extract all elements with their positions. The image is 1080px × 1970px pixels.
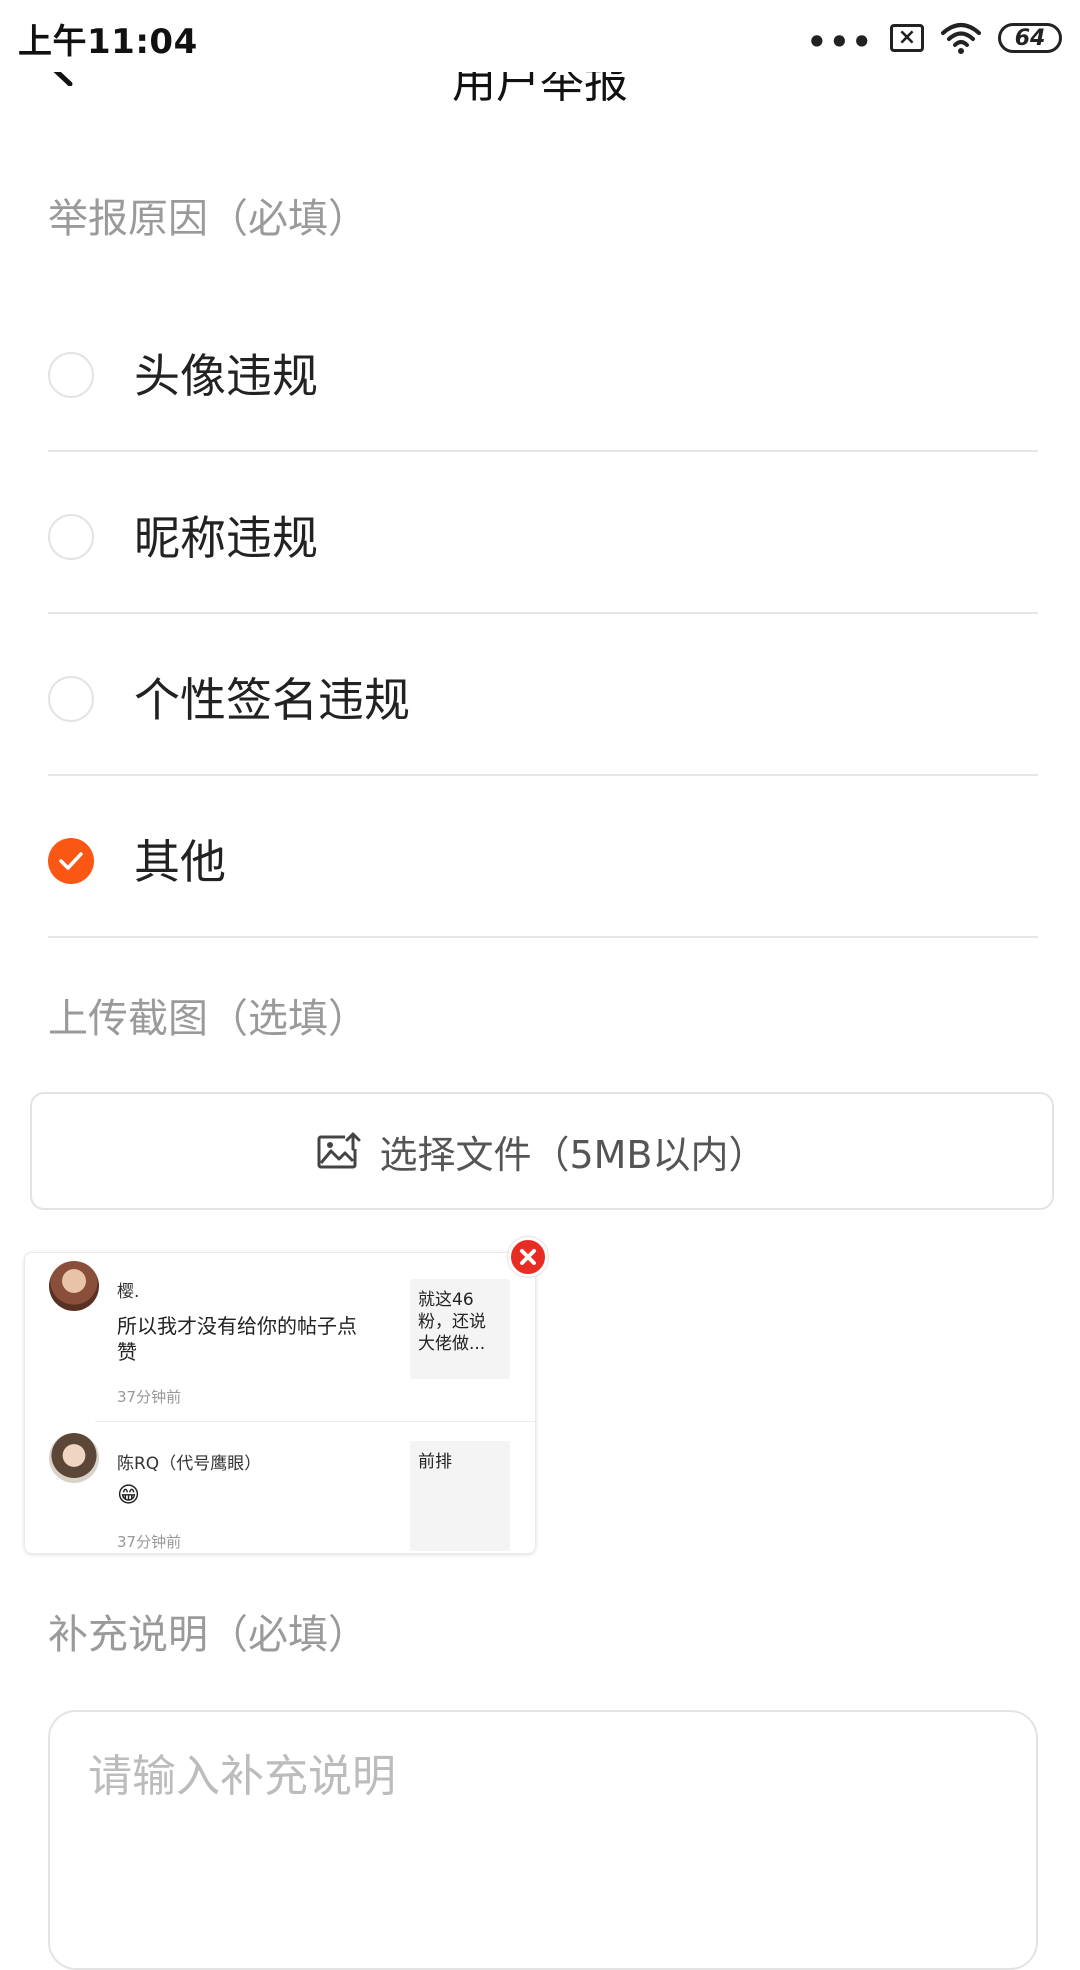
choose-file-button[interactable]: 选择文件（5MB以内） — [30, 1092, 1054, 1210]
reason-option-label: 其他 — [134, 835, 226, 889]
sim-x-icon: × — [890, 24, 924, 52]
comment-time: 37分钟前 — [117, 1533, 182, 1551]
comment-emoji: 😁 — [117, 1483, 140, 1508]
status-time: 上午11:04 — [18, 22, 198, 62]
comment-time: 37分钟前 — [117, 1388, 182, 1406]
image-upload-icon — [317, 1131, 362, 1169]
comment-author: 陈RQ（代号鹰眼） — [117, 1454, 262, 1474]
radio-checked-icon[interactable] — [48, 838, 94, 884]
reason-option-other[interactable]: 其他 — [48, 776, 1038, 938]
comment-author: 樱. — [117, 1282, 140, 1302]
reason-option-signature[interactable]: 个性签名违规 — [48, 614, 1038, 776]
close-icon — [520, 1249, 536, 1265]
upload-section-label: 上传截图（选填） — [48, 996, 368, 1042]
reason-option-nickname[interactable]: 昵称违规 — [48, 452, 1038, 614]
remove-image-button[interactable] — [508, 1237, 548, 1277]
more-notifications-icon: ••• — [806, 23, 874, 61]
remark-textarea[interactable] — [48, 1710, 1038, 1970]
avatar — [49, 1433, 99, 1483]
status-icons: ••• × 64 — [807, 18, 1062, 58]
battery-icon: 64 — [998, 23, 1062, 53]
wifi-icon — [941, 23, 981, 54]
remark-section-label: 补充说明（必填） — [48, 1612, 368, 1658]
comment-quote: 前排 — [410, 1441, 510, 1551]
divider — [95, 1421, 535, 1422]
radio-unchecked-icon[interactable] — [48, 352, 94, 398]
comment-text: 所以我才没有给你的帖子点赞 — [117, 1314, 357, 1364]
status-bar: 上午11:04 ••• × 64 — [0, 0, 1080, 72]
reason-option-avatar[interactable]: 头像违规 — [48, 290, 1038, 452]
avatar — [49, 1261, 99, 1311]
reason-option-label: 昵称违规 — [134, 511, 318, 565]
comment-quote: 就这46粉，还说大佬做... — [410, 1279, 510, 1379]
radio-unchecked-icon[interactable] — [48, 676, 94, 722]
reason-section-label: 举报原因（必填） — [48, 196, 368, 242]
reason-option-label: 个性签名违规 — [134, 673, 410, 727]
reason-option-label: 头像违规 — [134, 349, 318, 403]
choose-file-label: 选择文件（5MB以内） — [379, 1132, 767, 1177]
radio-unchecked-icon[interactable] — [48, 514, 94, 560]
uploaded-screenshot-thumbnail[interactable]: 樱. 所以我才没有给你的帖子点赞 37分钟前 就这46粉，还说大佬做... 陈R… — [24, 1252, 536, 1554]
